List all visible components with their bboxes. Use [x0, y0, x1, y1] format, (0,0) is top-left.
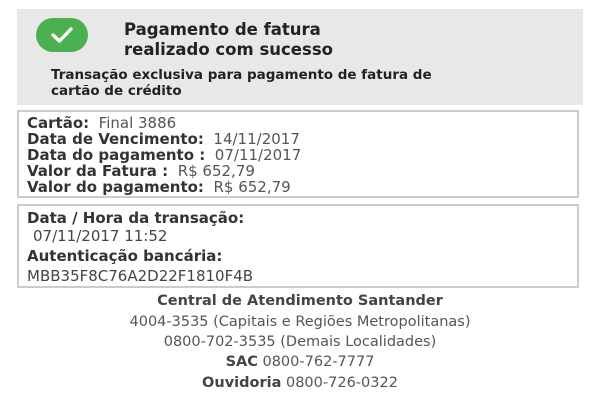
- notice-line-2: cartão de crédito: [51, 83, 182, 99]
- payment-value-row: Valor do pagamento: R$ 652,79: [27, 179, 291, 195]
- payment-date-row: Data do pagamento : 07/11/2017: [27, 147, 301, 163]
- bank-authentication-label: Autenticação bancária:: [27, 247, 223, 265]
- notice-line-1: Transação exclusiva para pagamento de fa…: [51, 67, 432, 83]
- ombudsman-phone: 0800-726-0322: [285, 375, 398, 391]
- success-header: Pagamento de fatura realizado com sucess…: [17, 9, 583, 105]
- page-title: Pagamento de fatura realizado com sucess…: [124, 20, 333, 60]
- success-badge: [36, 18, 88, 52]
- bill-value-row: Valor da Fatura : R$ 652,79: [27, 163, 255, 179]
- transaction-datetime-label: Data / Hora da transação:: [27, 209, 245, 227]
- checkmark-icon: [51, 27, 73, 43]
- bank-authentication-value: MBB35F8C76A2D22F1810F4B: [27, 267, 254, 285]
- title-line-2: realizado com sucesso: [124, 40, 333, 59]
- payment-details-box: Cartão: Final 3886 Data de Vencimento: 1…: [17, 110, 579, 198]
- ombudsman-label: Ouvidoria: [202, 375, 282, 391]
- ombudsman-line: Ouvidoria 0800-726-0322: [0, 374, 600, 392]
- sac-line: SAC 0800-762-7777: [0, 353, 600, 371]
- payment-value: R$ 652,79: [213, 178, 291, 196]
- payment-value-label: Valor do pagamento:: [27, 178, 204, 196]
- transaction-datetime-value: 07/11/2017 11:52: [33, 227, 168, 245]
- sac-phone: 0800-762-7777: [262, 354, 375, 370]
- transaction-info-box: Data / Hora da transação: 07/11/2017 11:…: [17, 204, 579, 288]
- service-center-title: Central de Atendimento Santander: [157, 293, 443, 309]
- sac-label: SAC: [225, 354, 258, 370]
- card-row: Cartão: Final 3886: [27, 115, 176, 131]
- due-date-row: Data de Vencimento: 14/11/2017: [27, 131, 300, 147]
- phone-capitals: 4004-3535 (Capitais e Regiões Metropolit…: [129, 314, 471, 330]
- exclusive-transaction-notice: Transação exclusiva para pagamento de fa…: [51, 67, 571, 99]
- phone-other-locations: 0800-702-3535 (Demais Localidades): [163, 334, 437, 350]
- title-line-1: Pagamento de fatura: [124, 20, 321, 39]
